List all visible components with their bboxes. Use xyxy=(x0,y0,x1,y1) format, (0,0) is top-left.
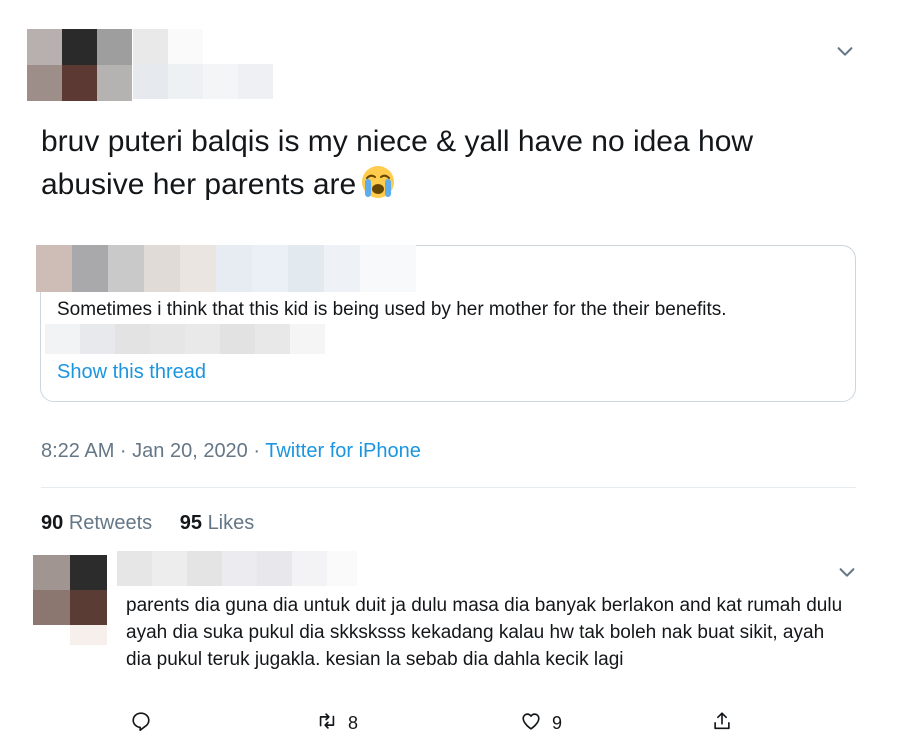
retweet-icon xyxy=(316,710,338,737)
likes-count: 95 xyxy=(179,512,202,534)
quoted-line-redacted xyxy=(45,324,325,354)
like-count: 9 xyxy=(552,713,563,733)
username-redacted[interactable] xyxy=(133,29,273,99)
show-thread-link[interactable]: Show this thread xyxy=(57,361,206,384)
retweets-count: 90 xyxy=(41,512,64,534)
retweets-label: Retweets xyxy=(68,512,153,534)
tweet-stats: 90 Retweets 95 Likes xyxy=(41,512,254,535)
meta-separator: · xyxy=(247,440,266,462)
divider xyxy=(41,487,856,488)
chevron-down-icon[interactable] xyxy=(834,40,856,62)
reply-text: parents dia guna dia untuk duit ja dulu … xyxy=(126,595,843,670)
like-icon xyxy=(520,710,542,737)
retweet-count: 8 xyxy=(348,713,359,733)
chevron-down-icon[interactable] xyxy=(836,561,858,583)
reply-button[interactable] xyxy=(130,710,162,737)
tweet-body: bruv puteri balqis is my niece & yall ha… xyxy=(41,125,754,201)
like-button[interactable]: 9 xyxy=(520,710,562,737)
retweet-button[interactable]: 8 xyxy=(316,710,358,737)
source-link[interactable]: Twitter for iPhone xyxy=(265,440,421,462)
quoted-tweet-text: Sometimes i think that this kid is being… xyxy=(57,299,727,320)
loudly-crying-face-icon xyxy=(360,164,396,200)
share-icon xyxy=(711,710,733,737)
tweet-meta: 8:22 AM · Jan 20, 2020 · Twitter for iPh… xyxy=(41,440,421,463)
likes-label: Likes xyxy=(207,512,255,534)
likes-stat[interactable]: 95 Likes xyxy=(180,512,255,534)
quoted-username-redacted xyxy=(36,245,416,292)
retweets-stat[interactable]: 90 Retweets xyxy=(41,512,152,534)
share-button[interactable] xyxy=(711,710,733,737)
reply-icon xyxy=(130,710,152,737)
tweet-text: bruv puteri balqis is my niece & yall ha… xyxy=(41,120,861,206)
timestamp[interactable]: 8:22 AM · Jan 20, 2020 xyxy=(41,440,248,462)
reply-avatar[interactable] xyxy=(33,555,107,645)
avatar[interactable] xyxy=(27,29,132,101)
reply-username-redacted[interactable] xyxy=(117,551,357,586)
